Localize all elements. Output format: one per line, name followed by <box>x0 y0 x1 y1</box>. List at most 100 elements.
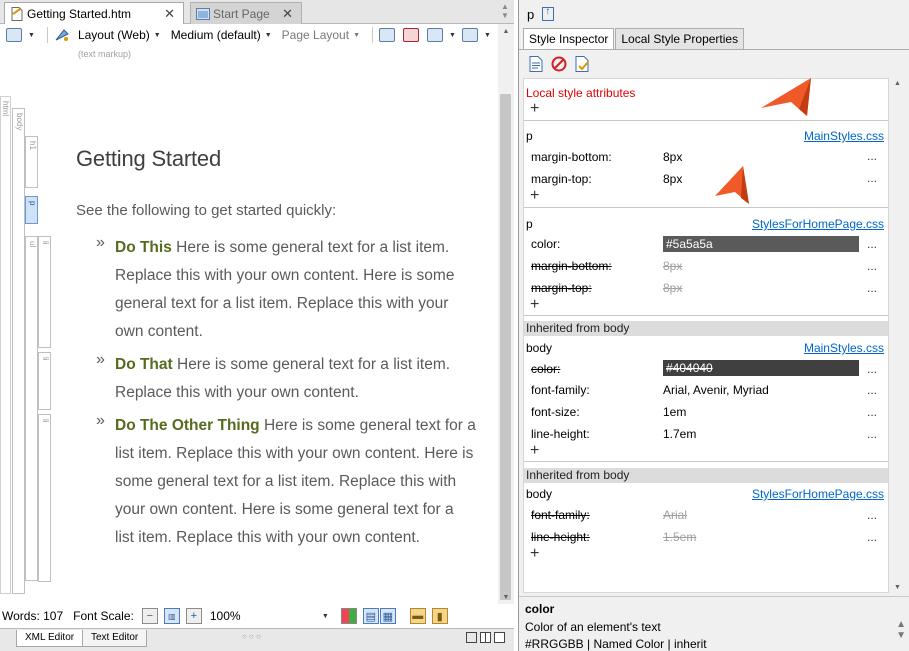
new-style-icon[interactable] <box>529 55 543 72</box>
intro-paragraph: See the following to get started quickly… <box>76 202 337 219</box>
layout-split-icon[interactable] <box>480 632 491 643</box>
add-property-button[interactable]: + <box>530 443 539 459</box>
chevron-down-icon[interactable]: ▼ <box>449 32 456 39</box>
resize-grip-icon[interactable]: ▲ ▼ <box>896 619 906 641</box>
show-tags-icon[interactable] <box>379 28 395 42</box>
property-value[interactable]: 8px <box>663 172 682 186</box>
tab-text-editor[interactable]: Text Editor <box>82 630 148 647</box>
more-button[interactable]: ... <box>867 383 877 397</box>
source-link-mainstyles[interactable]: MainStyles.css <box>804 341 884 355</box>
table-icon[interactable] <box>461 28 478 42</box>
struct-p[interactable]: p <box>25 196 38 224</box>
tab-start-page[interactable]: Start Page ✕ <box>190 2 302 24</box>
struct-li[interactable]: li <box>38 352 51 410</box>
scroll-up-icon[interactable]: ▲ <box>889 80 906 87</box>
preview-button[interactable]: ▼ <box>6 28 35 42</box>
medium-dropdown[interactable]: Medium (default) ▼ <box>171 28 272 42</box>
bullet-glyph: » <box>96 351 105 368</box>
chevron-down-icon: ▼ <box>153 31 161 39</box>
source-link-homepage[interactable]: StylesForHomePage.css <box>752 487 884 501</box>
scroll-down-icon[interactable]: ▼ <box>889 584 906 591</box>
tab-local-style-properties[interactable]: Local Style Properties <box>615 28 745 49</box>
more-button[interactable]: ... <box>867 405 877 419</box>
inspector-scrollbar[interactable]: ▲ ▼ <box>889 78 906 593</box>
scroll-down-icon[interactable]: ▼ <box>498 594 514 601</box>
more-button[interactable]: ... <box>867 281 877 295</box>
close-icon[interactable]: ✕ <box>164 6 175 22</box>
struct-li[interactable]: li <box>38 414 51 582</box>
show-changes-icon[interactable] <box>403 28 419 42</box>
property-value[interactable]: 1em <box>663 405 686 419</box>
markup-label: (text markup) <box>78 49 132 59</box>
property-name-overridden: color: <box>531 362 561 376</box>
layout-dropdown[interactable]: Layout (Web) ▼ <box>54 27 161 43</box>
start-page-icon <box>196 8 210 20</box>
layout-other-icon[interactable] <box>494 632 505 643</box>
select-parent-icon[interactable] <box>542 6 555 21</box>
structure-bar-toggle-icon[interactable]: ▤ <box>362 608 379 624</box>
description-title: color <box>525 602 555 616</box>
struct-h1[interactable]: h1 <box>25 136 38 188</box>
drag-handle-icon[interactable]: ○ ○ ○ <box>242 632 261 641</box>
source-link-mainstyles[interactable]: MainStyles.css <box>804 129 884 143</box>
preview-icon <box>6 28 22 42</box>
close-icon[interactable]: ✕ <box>282 6 293 22</box>
zoom-level[interactable]: 100% <box>210 609 318 623</box>
zoom-out-button[interactable]: − <box>141 608 158 624</box>
more-button[interactable]: ... <box>867 427 877 441</box>
more-button[interactable]: ... <box>867 171 877 185</box>
scroll-up-icon[interactable]: ▲ <box>498 28 514 35</box>
more-button[interactable]: ... <box>867 259 877 273</box>
reset-zoom-button[interactable]: ▥ <box>163 608 180 624</box>
add-property-button[interactable]: + <box>530 188 539 204</box>
property-value[interactable]: 1.7em <box>663 427 696 441</box>
more-button[interactable]: ... <box>867 362 877 376</box>
property-name: line-height: <box>531 427 590 441</box>
layout-label: Layout (Web) <box>77 28 150 42</box>
add-property-button[interactable]: + <box>530 546 539 562</box>
vertical-ruler-icon[interactable]: ▮ <box>431 608 448 624</box>
struct-li-label: li <box>41 241 50 245</box>
split-view-icon[interactable]: ▦ <box>379 608 396 624</box>
color-swatch-value[interactable]: #5a5a5a <box>663 236 859 252</box>
remove-style-icon[interactable] <box>551 56 567 72</box>
color-grid-icon[interactable] <box>340 608 357 624</box>
property-value[interactable]: Arial, Avenir, Myriad <box>663 383 769 397</box>
layout-single-icon[interactable] <box>466 632 477 643</box>
chevron-down-icon[interactable]: ▼ <box>322 613 329 620</box>
chevron-down-icon[interactable]: ▼ <box>484 32 491 39</box>
property-value-overridden: Arial <box>663 508 688 522</box>
property-value[interactable]: 8px <box>663 150 682 164</box>
apply-style-icon[interactable] <box>575 55 589 72</box>
tab-label: Local Style Properties <box>621 32 739 46</box>
scrollbar-thumb[interactable] <box>500 94 511 600</box>
add-property-button[interactable]: + <box>530 297 539 313</box>
more-button[interactable]: ... <box>867 237 877 251</box>
page-layout-dropdown[interactable]: Page Layout ▼ <box>282 28 360 42</box>
document-content[interactable]: Getting Started See the following to get… <box>66 94 498 594</box>
image-icon[interactable] <box>427 28 443 42</box>
editor-scrollbar[interactable]: ▲ ▼ <box>498 24 514 604</box>
tab-label: Text Editor <box>91 632 139 643</box>
add-local-style-button[interactable]: + <box>530 101 539 117</box>
more-button[interactable]: ... <box>867 530 877 544</box>
divider <box>524 120 888 121</box>
source-link-homepage[interactable]: StylesForHomePage.css <box>752 217 884 231</box>
tab-getting-started[interactable]: Getting Started.htm ✕ <box>4 2 184 24</box>
struct-html[interactable]: html <box>0 96 11 594</box>
more-button[interactable]: ... <box>867 508 877 522</box>
rule-selector: p <box>526 129 533 143</box>
struct-body[interactable]: body <box>12 108 25 594</box>
more-button[interactable]: ... <box>867 149 877 163</box>
editor-mode-tabs: XML Editor Text Editor ○ ○ ○ <box>0 628 514 651</box>
tab-overflow-icon[interactable]: ▲ ▼ <box>500 2 510 22</box>
page-layout-label: Page Layout <box>281 28 350 42</box>
tab-xml-editor[interactable]: XML Editor <box>16 630 84 647</box>
color-swatch-value[interactable]: #404040 <box>663 360 859 376</box>
struct-ul[interactable]: ul <box>25 236 38 581</box>
tab-style-inspector[interactable]: Style Inspector <box>523 28 615 50</box>
ruler-icon[interactable]: ▬ <box>409 608 426 624</box>
property-name: font-family: <box>531 383 590 397</box>
struct-li[interactable]: li <box>38 236 51 348</box>
zoom-in-button[interactable]: + <box>185 608 202 624</box>
